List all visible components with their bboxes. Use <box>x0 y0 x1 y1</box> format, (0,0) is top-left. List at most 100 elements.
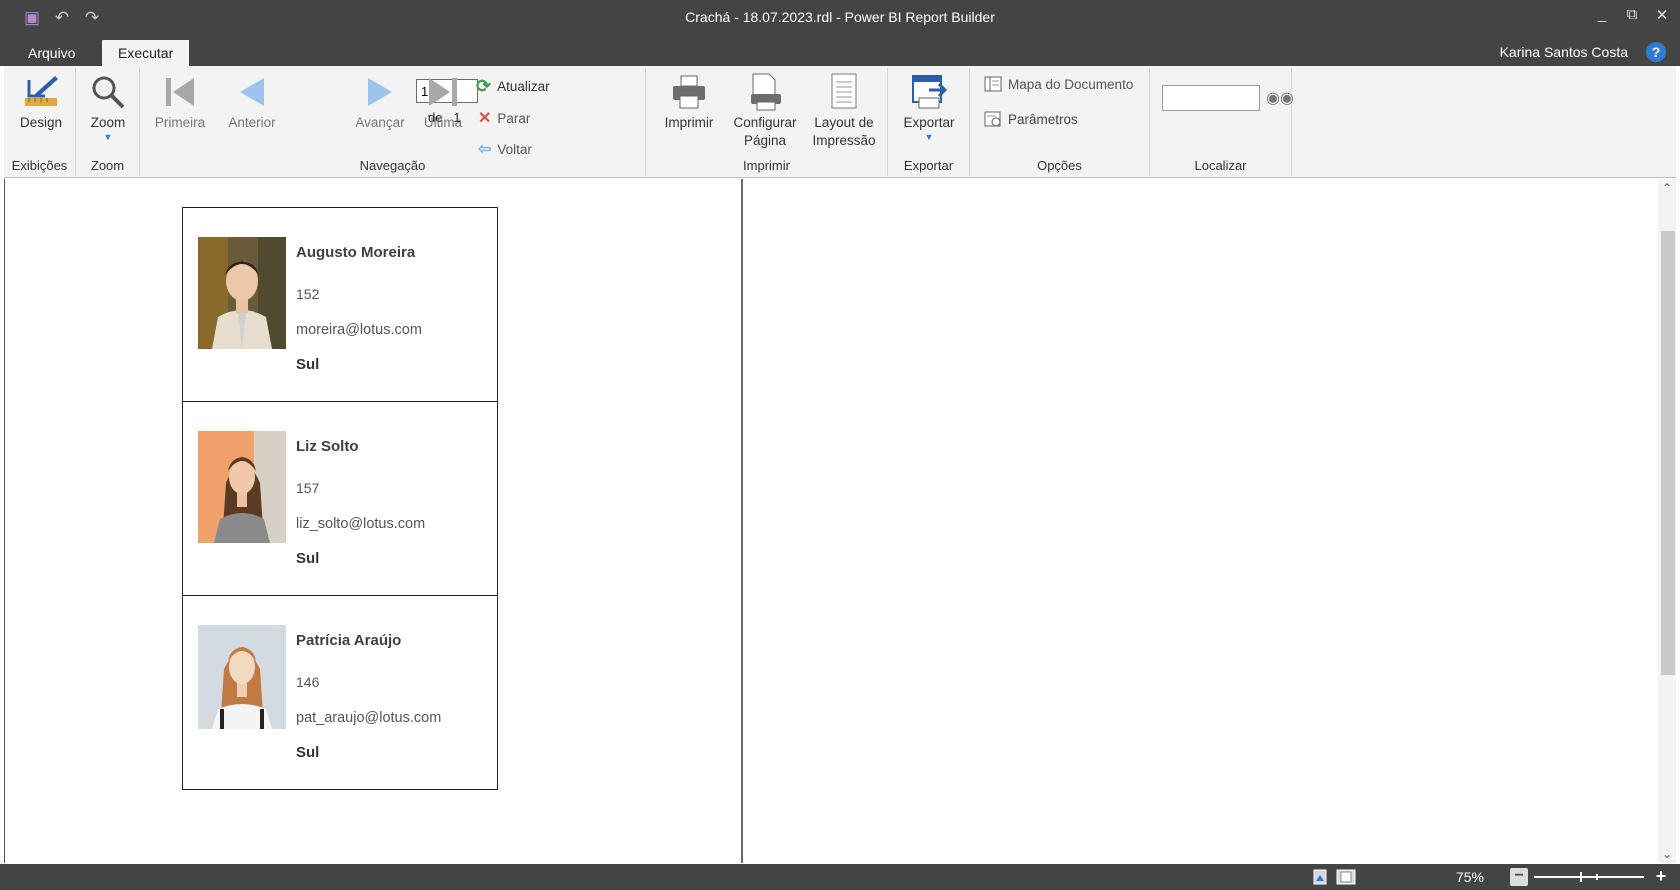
employee-name: Augusto Moreira <box>296 244 416 261</box>
employee-name: Liz Solto <box>296 438 359 455</box>
zoom-label: Zoom <box>90 115 126 130</box>
employee-number: 157 <box>296 480 320 496</box>
scroll-down-icon[interactable]: ⌄ <box>1658 847 1676 861</box>
employee-number: 146 <box>296 674 320 690</box>
employee-region: Sul <box>296 744 320 761</box>
refresh-label: Atualizar <box>497 79 550 94</box>
page-setup-label-1: Configurar <box>733 115 797 130</box>
export-button[interactable]: Exportar ▼ <box>898 72 960 142</box>
badge-card: Liz Solto 157 liz_solto@lotus.com Sul <box>183 402 497 596</box>
zoom-slider-thumb[interactable] <box>1580 872 1582 882</box>
status-bar: 75% − + <box>0 864 1680 890</box>
minimize-icon[interactable]: _ <box>1594 6 1610 24</box>
page-view-icon[interactable] <box>1312 869 1328 885</box>
zoom-slider[interactable] <box>1534 872 1644 882</box>
print-label: Imprimir <box>664 115 714 130</box>
refresh-button[interactable]: ⟳ Atualizar <box>476 76 550 97</box>
badge-card: Patrícia Araújo 146 pat_araujo@lotus.com… <box>183 596 497 790</box>
employee-email: moreira@lotus.com <box>296 322 422 338</box>
design-icon <box>25 76 58 106</box>
employee-email: pat_araujo@lotus.com <box>296 710 442 726</box>
restore-icon[interactable]: ⧉ <box>1624 6 1640 24</box>
group-label-navigation: Navegação <box>359 158 426 173</box>
chevron-down-icon: ▼ <box>103 132 113 142</box>
employee-name: Patrícia Araújo <box>296 632 402 649</box>
print-button[interactable]: Imprimir <box>660 72 718 132</box>
tab-arquivo[interactable]: Arquivo <box>12 40 91 66</box>
tab-executar[interactable]: Executar <box>102 40 190 66</box>
employee-email: liz_solto@lotus.com <box>296 516 426 532</box>
page-setup-button[interactable]: Configurar Página <box>730 72 800 150</box>
back-button[interactable]: ⇦ Voltar <box>478 139 532 159</box>
back-arrow-icon: ⇦ <box>478 141 492 158</box>
first-page-button[interactable]: Primeira <box>150 72 210 132</box>
zoom-in-icon[interactable]: + <box>1652 867 1670 886</box>
employee-photo <box>198 237 286 349</box>
previous-icon <box>240 78 264 106</box>
stop-label: Parar <box>497 110 531 126</box>
zoom-out-icon[interactable]: − <box>1510 868 1528 886</box>
document-map-button[interactable]: Mapa do Documento <box>984 76 1133 92</box>
print-layout-button[interactable]: Layout de Impressão <box>808 72 880 150</box>
group-find: ◉◉ Localizar <box>1150 68 1294 176</box>
next-page-label: Avançar <box>355 115 405 130</box>
magnifier-icon <box>92 76 125 109</box>
first-page-label: Primeira <box>154 115 206 130</box>
stop-icon: ✕ <box>478 110 492 127</box>
window-controls: _ ⧉ ✕ <box>1594 6 1670 24</box>
badge-report: Augusto Moreira 152 moreira@lotus.com Su… <box>182 207 498 790</box>
group-print: Imprimir Configurar Página Layout de Imp… <box>646 68 888 176</box>
chevron-down-icon: ▼ <box>924 132 934 142</box>
group-label-views: Exibições <box>11 158 68 173</box>
design-button[interactable]: Design <box>12 72 70 132</box>
export-label: Exportar <box>903 115 955 130</box>
employee-photo <box>198 431 286 543</box>
group-options: Mapa do Documento Parâmetros Opções <box>970 68 1150 176</box>
employee-region: Sul <box>296 356 320 373</box>
print-layout-icon <box>831 73 857 109</box>
zoom-button[interactable]: Zoom ▼ <box>84 72 132 142</box>
title-bar: ▣ ↶ ↷ Crachá - 18.07.2023.rdl - Power BI… <box>0 0 1680 36</box>
report-viewer: Augusto Moreira 152 moreira@lotus.com Su… <box>4 179 1676 863</box>
zoom-slider-center-mark <box>1596 874 1598 880</box>
group-label-find: Localizar <box>1194 158 1247 173</box>
group-label-print: Imprimir <box>743 158 790 173</box>
report-page: Augusto Moreira 152 moreira@lotus.com Su… <box>5 179 743 863</box>
design-label: Design <box>19 115 63 130</box>
binoculars-icon[interactable]: ◉◉ <box>1266 88 1294 108</box>
document-map-label: Mapa do Documento <box>1008 76 1134 92</box>
last-page-button[interactable]: Última <box>416 72 470 132</box>
group-label-zoom: Zoom <box>90 158 125 173</box>
page-setup-label-2: Página <box>743 133 787 148</box>
parameters-button[interactable]: Parâmetros <box>984 110 1078 128</box>
group-export: Exportar ▼ Exportar <box>888 68 970 176</box>
print-layout-view-icon[interactable] <box>1336 869 1356 885</box>
first-page-icon <box>166 78 194 106</box>
ribbon: Design Exibições Zoom ▼ Zoom Primeira An… <box>4 66 1676 178</box>
ribbon-tabs: Arquivo Executar Karina Santos Costa ? <box>0 36 1680 66</box>
stop-button[interactable]: ✕ Parar <box>478 108 530 128</box>
employee-region: Sul <box>296 550 320 567</box>
group-views: Design Exibições <box>4 68 76 176</box>
print-layout-label-1: Layout de <box>814 115 874 130</box>
print-layout-label-2: Impressão <box>812 133 876 148</box>
close-icon[interactable]: ✕ <box>1654 6 1670 24</box>
printer-icon <box>673 75 705 109</box>
find-input[interactable] <box>1162 85 1260 111</box>
previous-page-button[interactable]: Anterior <box>222 72 282 132</box>
scrollbar-thumb[interactable] <box>1661 231 1675 675</box>
refresh-icon: ⟳ <box>476 76 492 96</box>
next-page-button[interactable]: Avançar <box>350 72 410 132</box>
last-page-label: Última <box>423 115 463 130</box>
help-icon[interactable]: ? <box>1646 42 1666 62</box>
vertical-scrollbar[interactable]: ⌃ ⌄ <box>1658 179 1676 863</box>
scroll-up-icon[interactable]: ⌃ <box>1658 181 1676 195</box>
employee-number: 152 <box>296 286 320 302</box>
group-zoom: Zoom ▼ Zoom <box>76 68 140 176</box>
document-map-icon <box>984 76 1002 92</box>
page-setup-icon <box>751 73 781 111</box>
group-label-options: Opções <box>1037 158 1082 173</box>
window-title: Crachá - 18.07.2023.rdl - Power BI Repor… <box>685 9 995 25</box>
next-icon <box>368 78 392 106</box>
parameters-label: Parâmetros <box>1008 111 1078 127</box>
